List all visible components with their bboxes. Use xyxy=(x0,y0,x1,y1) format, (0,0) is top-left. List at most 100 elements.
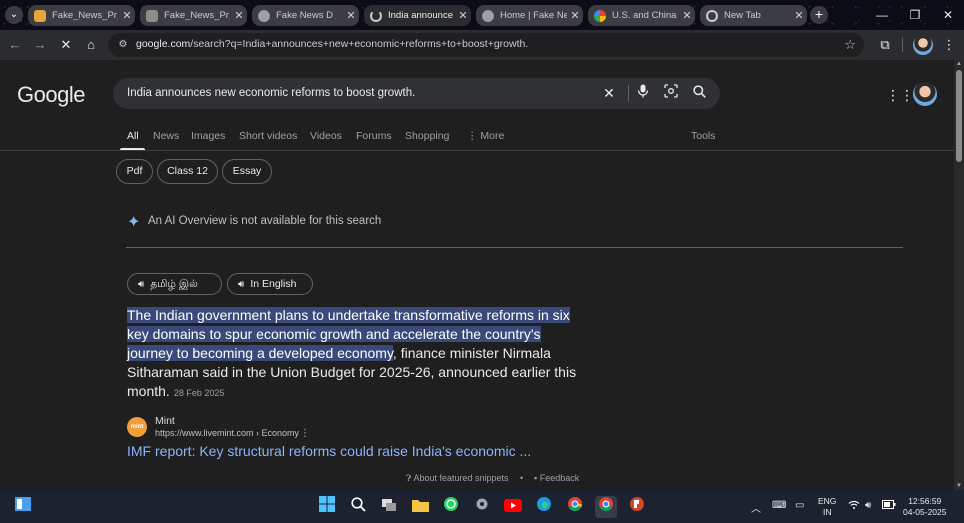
tab-title: India announce xyxy=(388,10,453,21)
url-text[interactable]: google.com/search?q=India+announces+new+… xyxy=(136,38,528,50)
tab-videos[interactable]: Videos xyxy=(310,130,342,142)
keyboard-icon[interactable]: ⌨ xyxy=(772,500,786,511)
browser-tab-5[interactable]: Home | Fake Ne ✕ xyxy=(476,5,583,26)
tab-strip: ⌄ Fake_News_Pr ✕ Fake_News_Pr ✕ Fake New… xyxy=(0,0,964,30)
tab-shopping[interactable]: Shopping xyxy=(405,130,449,142)
restore-icon[interactable]: ❐ xyxy=(899,0,931,30)
tab-favicon-icon xyxy=(146,9,158,22)
tray-chevron-icon[interactable]: ︿ xyxy=(751,500,761,515)
edge-browser-icon[interactable] xyxy=(533,496,555,518)
tab-favicon-icon xyxy=(482,9,494,22)
tab-forums[interactable]: Forums xyxy=(356,130,392,142)
close-tab-icon[interactable]: ✕ xyxy=(679,9,695,22)
chip-class-12[interactable]: Class 12 xyxy=(157,159,218,184)
chrome-icon[interactable] xyxy=(564,496,586,518)
browser-tab-6[interactable]: U.S. and China ✕ xyxy=(588,5,695,26)
browser-tab-4-active[interactable]: India announce ✕ xyxy=(364,5,471,26)
close-tab-icon[interactable]: ✕ xyxy=(231,9,247,22)
lens-camera-icon[interactable] xyxy=(662,84,680,102)
close-tab-icon[interactable]: ✕ xyxy=(343,9,359,22)
source-name[interactable]: Mint xyxy=(155,415,175,427)
taskbar-search-icon[interactable] xyxy=(347,496,369,518)
tab-more[interactable]: ⋮ More xyxy=(467,130,504,142)
powerpoint-icon[interactable] xyxy=(626,496,648,518)
tabs-divider xyxy=(0,150,954,151)
volume-icon[interactable]: 🔊︎ xyxy=(865,500,871,511)
featured-snippet: The Indian government plans to undertake… xyxy=(127,306,577,403)
listen-tamil-button[interactable]: 🔊︎ தமிழ் இல் xyxy=(127,273,222,295)
result-options-icon[interactable]: ⋮ xyxy=(300,428,310,439)
minimize-icon[interactable]: — xyxy=(866,0,898,30)
clear-search-icon[interactable]: ✕ xyxy=(600,84,618,102)
close-tab-icon[interactable]: ✕ xyxy=(455,9,471,22)
system-clock[interactable]: 12:56:59 04-05-2025 xyxy=(903,496,946,518)
ai-overview-notice: An AI Overview is not available for this… xyxy=(148,215,382,227)
dot-separator: • xyxy=(520,473,524,483)
mint-logo[interactable]: mint xyxy=(127,417,147,437)
tab-search-button[interactable]: ⌄ xyxy=(5,6,23,24)
tab-all[interactable]: All xyxy=(127,130,139,142)
address-bar[interactable]: ⚙ google.com/search?q=India+announces+ne… xyxy=(108,33,864,57)
extensions-icon[interactable]: ⧉ xyxy=(876,36,894,54)
chip-pdf[interactable]: Pdf xyxy=(116,159,153,184)
browser-tab-1[interactable]: Fake_News_Pr ✕ xyxy=(28,5,135,26)
file-explorer-icon[interactable] xyxy=(409,496,431,518)
close-tab-icon[interactable]: ✕ xyxy=(119,9,135,22)
search-icon[interactable] xyxy=(690,84,708,102)
search-divider xyxy=(628,85,629,102)
windows-taskbar: ︿ ⌨ ▭ ENG IN 🔊︎ 12:56:59 04-05-2025 xyxy=(0,490,964,523)
new-tab-button[interactable]: + xyxy=(810,6,828,24)
google-logo[interactable]: Google xyxy=(17,82,85,108)
more-menu-icon[interactable]: ⋮ xyxy=(940,36,958,54)
tools-button[interactable]: Tools xyxy=(691,130,716,142)
browser-tab-3[interactable]: Fake News D ✕ xyxy=(252,5,359,26)
listen-english-button[interactable]: 🔊︎ In English xyxy=(227,273,313,295)
result-title-link[interactable]: IMF report: Key structural reforms could… xyxy=(127,443,531,459)
close-tab-icon[interactable]: ✕ xyxy=(791,9,807,22)
tab-short-videos[interactable]: Short videos xyxy=(239,130,297,142)
tab-images[interactable]: Images xyxy=(191,130,225,142)
search-input[interactable]: India announces new economic reforms to … xyxy=(127,87,415,99)
browser-toolbar: ← → ✕ ⌂ ⚙ google.com/search?q=India+anno… xyxy=(0,30,964,60)
loading-spinner-icon xyxy=(370,9,382,22)
youtube-icon[interactable] xyxy=(502,496,524,518)
page-scrollbar[interactable]: ▲ ▼ xyxy=(954,60,964,490)
scrollbar-thumb[interactable] xyxy=(956,70,962,162)
wifi-icon[interactable] xyxy=(848,500,860,513)
about-snippets-link[interactable]: ❓︎ About featured snippets xyxy=(406,473,509,484)
close-tab-icon[interactable]: ✕ xyxy=(567,9,583,22)
back-arrow-icon[interactable]: ← xyxy=(6,36,24,54)
account-avatar[interactable] xyxy=(913,82,937,106)
feedback-link[interactable]: ▪ Feedback xyxy=(534,473,579,483)
scroll-down-icon[interactable]: ▼ xyxy=(955,483,963,489)
browser-tab-2[interactable]: Fake_News_Pr ✕ xyxy=(140,5,247,26)
task-view-icon[interactable] xyxy=(378,496,400,518)
input-language-indicator[interactable]: ENG IN xyxy=(818,496,836,518)
bookmark-star-icon[interactable]: ☆ xyxy=(844,37,856,53)
stop-loading-icon[interactable]: ✕ xyxy=(57,36,75,54)
site-info-icon[interactable]: ⚙ xyxy=(116,38,130,52)
start-windows-icon[interactable] xyxy=(316,496,338,518)
chrome-profile-active-icon[interactable] xyxy=(595,496,617,518)
battery-icon[interactable] xyxy=(882,500,896,512)
google-favicon-icon xyxy=(594,9,606,22)
settings-gear-icon[interactable] xyxy=(471,496,493,518)
gemini-sparkle-icon: ✦ xyxy=(127,214,141,231)
display-icon[interactable]: ▭ xyxy=(795,500,804,511)
close-window-icon[interactable]: ✕ xyxy=(932,0,964,30)
search-box[interactable]: India announces new economic reforms to … xyxy=(113,78,720,109)
scroll-up-icon[interactable]: ▲ xyxy=(955,61,963,67)
lang-label: தமிழ் இல் xyxy=(150,278,198,290)
tab-news[interactable]: News xyxy=(153,130,179,142)
tab-favicon-icon xyxy=(34,9,46,22)
source-url[interactable]: https://www.livemint.com › Economy xyxy=(155,428,299,438)
whatsapp-icon[interactable] xyxy=(440,496,462,518)
widgets-icon[interactable] xyxy=(12,496,34,518)
profile-avatar[interactable] xyxy=(913,35,933,55)
microphone-icon[interactable] xyxy=(634,84,652,102)
forward-arrow-icon[interactable]: → xyxy=(31,36,49,54)
tab-title: Fake_News_Pr xyxy=(164,10,229,21)
home-icon[interactable]: ⌂ xyxy=(82,36,100,54)
chip-essay[interactable]: Essay xyxy=(222,159,272,184)
browser-tab-7[interactable]: New Tab ✕ xyxy=(700,5,807,26)
